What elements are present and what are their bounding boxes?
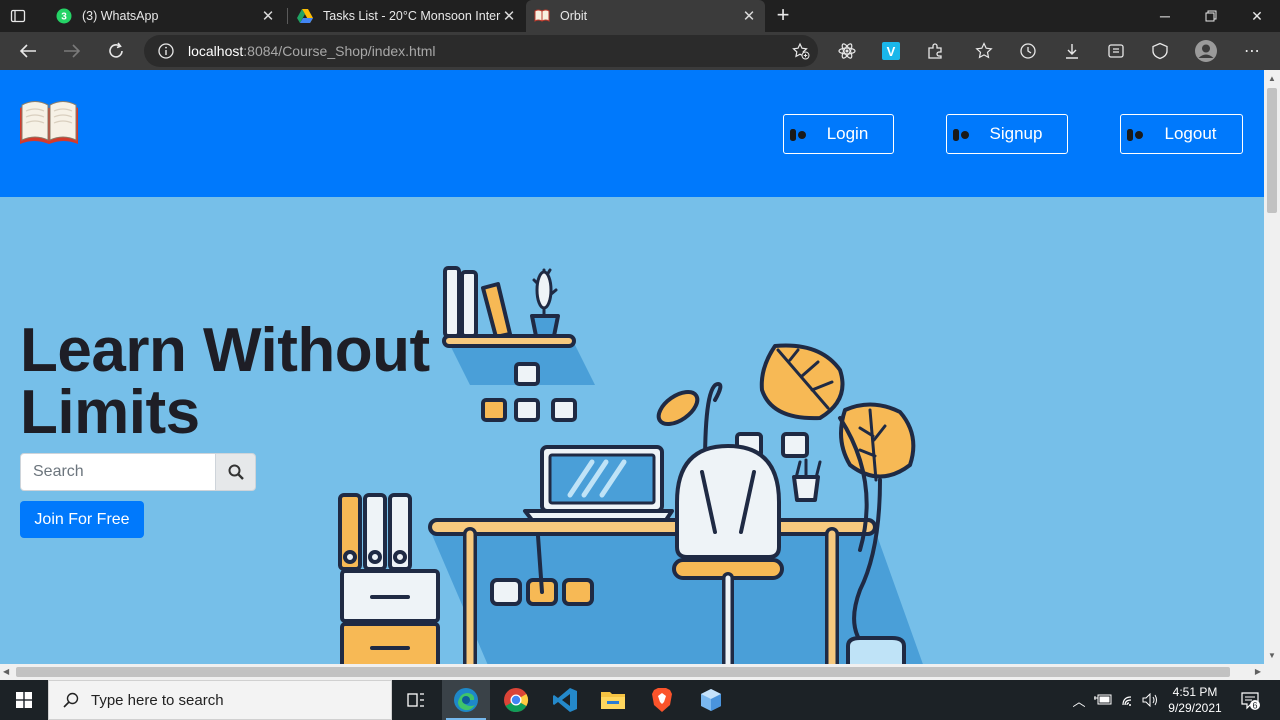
page-viewport: Login Signup Logout Learn Without Limits… [0, 70, 1264, 664]
tab-title: (3) WhatsApp [82, 9, 159, 23]
windows-taskbar: Type here to search ︿ 4:51 PM 9/29/2021 … [0, 680, 1280, 720]
user-icon [953, 129, 969, 141]
horizontal-scrollbar[interactable]: ◀ ▶ [0, 664, 1264, 680]
notification-center-icon[interactable]: 6 [1240, 690, 1260, 710]
start-button[interactable] [0, 680, 48, 720]
close-tab-icon[interactable]: ✕ [741, 8, 757, 25]
close-tab-icon[interactable]: ✕ [260, 8, 276, 25]
taskbar-chrome[interactable] [492, 680, 540, 720]
collections-icon[interactable] [1103, 39, 1129, 63]
history-icon[interactable] [1015, 39, 1041, 63]
course-search-input[interactable] [20, 453, 216, 491]
browser-essentials-icon[interactable] [1147, 39, 1173, 63]
login-button[interactable]: Login [783, 114, 894, 154]
url-path: :8084/Course_Shop/index.html [243, 43, 436, 59]
system-clock[interactable]: 4:51 PM 9/29/2021 [1160, 684, 1230, 716]
address-url[interactable]: localhost:8084/Course_Shop/index.html [188, 43, 436, 59]
clock-date: 9/29/2021 [1168, 701, 1222, 715]
url-host: localhost [188, 43, 244, 59]
tab-whatsapp[interactable]: 3 (3) WhatsApp ✕ [48, 0, 284, 32]
3d-box-icon [701, 689, 721, 711]
scroll-left-icon[interactable]: ◀ [3, 667, 9, 676]
extension-vimeo-icon[interactable]: V [878, 39, 904, 63]
close-window-button[interactable]: ✕ [1234, 0, 1280, 32]
user-icon [790, 129, 806, 141]
notification-count: 6 [1252, 701, 1257, 711]
taskbar-search-placeholder: Type here to search [91, 691, 224, 709]
wifi-icon[interactable] [1118, 690, 1138, 710]
minimize-button[interactable]: ─ [1142, 0, 1188, 32]
tab-divider [287, 8, 288, 24]
signup-button[interactable]: Signup [946, 114, 1068, 154]
user-icon [1127, 129, 1143, 141]
add-favorite-icon[interactable] [792, 42, 810, 60]
tab-tasks-list[interactable]: Tasks List - 20°C Monsoon Interm ✕ [289, 0, 525, 32]
tab-title: Tasks List - 20°C Monsoon Interm [323, 9, 501, 23]
address-bar[interactable]: localhost:8084/Course_Shop/index.html [144, 35, 818, 67]
svg-text:3: 3 [61, 12, 67, 23]
volume-icon[interactable] [1141, 690, 1161, 710]
battery-icon[interactable] [1093, 690, 1113, 710]
tab-title: Orbit [560, 9, 588, 23]
chrome-icon [504, 688, 529, 713]
taskbar-file-explorer[interactable] [589, 680, 637, 720]
logout-button[interactable]: Logout [1120, 114, 1243, 154]
folder-icon [601, 692, 625, 709]
clock-time: 4:51 PM [1172, 685, 1218, 699]
site-navbar: Login Signup Logout [0, 70, 1264, 197]
site-info-icon[interactable] [158, 43, 174, 59]
profile-avatar-icon[interactable] [1193, 39, 1219, 63]
book-icon [534, 8, 550, 24]
scrollbar-corner [1264, 664, 1280, 680]
vertical-scrollbar[interactable]: ▲ ▼ [1264, 70, 1280, 664]
horizontal-scroll-thumb[interactable] [16, 667, 1230, 677]
tab-orbit[interactable]: Orbit ✕ [526, 0, 765, 32]
taskbar-search-box[interactable]: Type here to search [48, 680, 392, 720]
search-button[interactable] [215, 453, 256, 491]
taskbar-brave[interactable] [638, 680, 686, 720]
open-book-icon[interactable] [18, 98, 80, 155]
back-button[interactable] [15, 39, 41, 63]
forward-button[interactable] [59, 39, 85, 63]
join-for-free-button[interactable]: Join For Free [20, 501, 144, 538]
extension-react-icon[interactable] [834, 39, 860, 63]
google-drive-icon [297, 8, 313, 24]
taskbar-edge[interactable] [442, 680, 490, 720]
downloads-icon[interactable] [1059, 39, 1085, 63]
restore-button[interactable] [1188, 0, 1234, 32]
close-tab-icon[interactable]: ✕ [501, 8, 517, 25]
extensions-icon[interactable] [922, 39, 948, 63]
vertical-scroll-thumb[interactable] [1267, 88, 1277, 213]
whatsapp-icon: 3 [56, 8, 72, 24]
search-icon [228, 464, 244, 480]
task-view-button[interactable] [392, 680, 440, 720]
more-menu-icon[interactable]: ⋯ [1239, 39, 1265, 63]
vscode-icon [553, 688, 577, 712]
search-icon [63, 692, 79, 708]
edge-icon [454, 688, 478, 712]
refresh-button[interactable] [103, 39, 129, 63]
taskbar-vscode[interactable] [541, 680, 589, 720]
taskbar-3d-viewer[interactable] [687, 680, 735, 720]
svg-text:V: V [887, 44, 896, 59]
brave-icon [652, 688, 672, 712]
task-view-icon [407, 693, 424, 707]
favorites-icon[interactable] [971, 39, 997, 63]
windows-logo-icon [16, 692, 32, 708]
tab-strip: 3 (3) WhatsApp ✕ Tasks List - 20°C Monso… [0, 0, 1280, 32]
scroll-up-icon[interactable]: ▲ [1268, 74, 1276, 83]
scroll-right-icon[interactable]: ▶ [1255, 667, 1261, 676]
scroll-down-icon[interactable]: ▼ [1268, 651, 1276, 660]
show-hidden-icons[interactable]: ︿ [1069, 690, 1089, 710]
new-tab-button[interactable]: + [772, 4, 794, 26]
tab-actions-icon[interactable] [10, 8, 26, 24]
desk-illustration [338, 266, 923, 664]
